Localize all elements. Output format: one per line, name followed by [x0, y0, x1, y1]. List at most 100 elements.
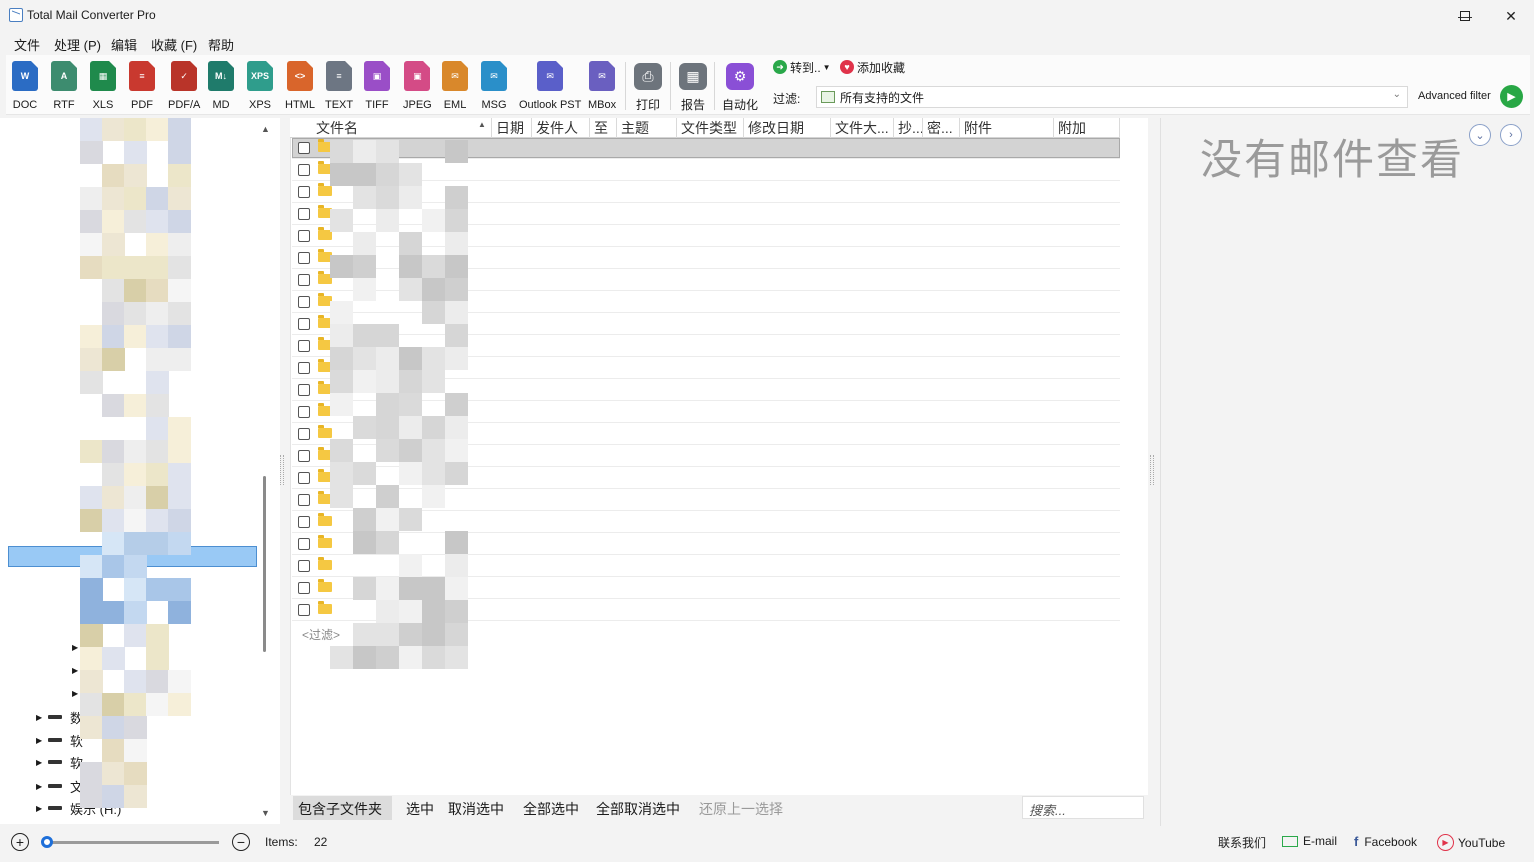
- deselect-button[interactable]: 取消选中: [448, 799, 504, 819]
- tiff-format-button[interactable]: ▣ TIFF: [364, 61, 390, 113]
- expand-arrow-icon[interactable]: ▶: [36, 782, 48, 791]
- rtf-format-button[interactable]: A RTF: [51, 61, 77, 113]
- youtube-link[interactable]: ▶ YouTube: [1437, 834, 1505, 851]
- right-splitter[interactable]: [1150, 455, 1154, 485]
- eml-format-button[interactable]: ✉ EML: [442, 61, 468, 113]
- tree-drive-item[interactable]: ▶ 软: [36, 731, 83, 749]
- column-header-filetype[interactable]: 文件类型: [677, 118, 744, 138]
- row-checkbox[interactable]: [298, 428, 310, 440]
- email-link[interactable]: E-mail: [1282, 834, 1337, 848]
- tree-drive-item[interactable]: ▶ 软: [36, 753, 83, 771]
- row-checkbox[interactable]: [298, 274, 310, 286]
- restore-selection-button[interactable]: 还原上一选择: [699, 799, 783, 819]
- jpeg-format-button[interactable]: ▣ JPEG: [403, 61, 432, 113]
- row-checkbox[interactable]: [298, 164, 310, 176]
- mbox-format-button[interactable]: ✉ MBox: [588, 61, 616, 113]
- row-checkbox[interactable]: [298, 582, 310, 594]
- row-checkbox[interactable]: [298, 362, 310, 374]
- table-row[interactable]: [292, 533, 1120, 555]
- row-checkbox[interactable]: [298, 538, 310, 550]
- expand-arrow-icon[interactable]: ▶: [36, 713, 48, 722]
- row-checkbox[interactable]: [298, 186, 310, 198]
- scroll-down-icon[interactable]: ▼: [261, 808, 270, 818]
- row-checkbox[interactable]: [298, 340, 310, 352]
- column-header-attachments[interactable]: 附件: [960, 118, 1054, 138]
- zoom-out-button[interactable]: −: [232, 833, 250, 851]
- menu-process[interactable]: 处理 (P): [54, 35, 101, 54]
- filter-row[interactable]: <过滤>: [302, 626, 340, 643]
- close-button[interactable]: ✕: [1488, 0, 1534, 32]
- msg-format-button[interactable]: ✉ MSG: [481, 61, 507, 113]
- row-checkbox[interactable]: [298, 450, 310, 462]
- tree-drive-item[interactable]: ▶ 数: [36, 708, 83, 726]
- column-header-extra[interactable]: 附加: [1054, 118, 1120, 138]
- row-checkbox[interactable]: [298, 516, 310, 528]
- xps-format-button[interactable]: XPS XPS: [247, 61, 273, 113]
- column-header-size[interactable]: 文件大...: [831, 118, 894, 138]
- menu-help[interactable]: 帮助: [208, 35, 234, 54]
- row-checkbox[interactable]: [298, 384, 310, 396]
- expand-arrow-icon[interactable]: ▶: [72, 689, 78, 698]
- select-button[interactable]: 选中: [406, 799, 434, 819]
- goto-button[interactable]: ➜ 转到.. ▼: [773, 59, 831, 75]
- outlook-pst-format-button[interactable]: ✉ Outlook PST: [519, 61, 581, 113]
- tree-scrollbar[interactable]: ▲ ▼: [259, 120, 271, 824]
- zoom-in-button[interactable]: +: [11, 833, 29, 851]
- run-button[interactable]: ▶: [1500, 85, 1523, 108]
- xls-format-button[interactable]: ▦ XLS: [90, 61, 116, 113]
- search-input[interactable]: 搜索...: [1022, 796, 1144, 819]
- expand-arrow-icon[interactable]: ▶: [72, 666, 78, 675]
- contact-link[interactable]: 联系我们: [1218, 834, 1266, 851]
- expand-arrow-icon[interactable]: ▶: [36, 736, 48, 745]
- zoom-slider-thumb[interactable]: [41, 836, 53, 848]
- expand-arrow-icon[interactable]: ▶: [72, 643, 78, 652]
- left-splitter[interactable]: [280, 455, 284, 485]
- menu-file[interactable]: 文件: [14, 35, 40, 54]
- row-checkbox[interactable]: [298, 604, 310, 616]
- row-checkbox[interactable]: [298, 252, 310, 264]
- column-header-filename[interactable]: 文件名: [312, 118, 492, 138]
- scroll-up-icon[interactable]: ▲: [261, 124, 270, 134]
- deselect-all-button[interactable]: 全部取消选中: [596, 799, 680, 819]
- filter-select[interactable]: 所有支持的文件 ⌄: [816, 86, 1408, 108]
- maximize-button[interactable]: [1442, 0, 1488, 32]
- text-format-button[interactable]: ≡ TEXT: [325, 61, 353, 113]
- facebook-link[interactable]: f Facebook: [1354, 834, 1417, 849]
- select-all-button[interactable]: 全部选中: [523, 799, 579, 819]
- zoom-slider[interactable]: [44, 841, 219, 844]
- menu-edit[interactable]: 编辑: [111, 35, 137, 54]
- include-subfolders-button[interactable]: 包含子文件夹: [298, 799, 382, 819]
- advanced-filter-link[interactable]: Advanced filter: [1418, 90, 1491, 102]
- expand-arrow-icon[interactable]: ▶: [36, 758, 48, 767]
- doc-format-button[interactable]: W DOC: [12, 61, 38, 113]
- row-checkbox[interactable]: [298, 472, 310, 484]
- row-checkbox[interactable]: [298, 208, 310, 220]
- html-format-button[interactable]: <> HTML: [285, 61, 315, 113]
- add-favorite-button[interactable]: ♥ 添加收藏: [840, 59, 905, 75]
- pdf-format-button[interactable]: ≡ PDF: [129, 61, 155, 113]
- table-row[interactable]: [292, 313, 1120, 335]
- column-header-modified[interactable]: 修改日期: [744, 118, 831, 138]
- report-button[interactable]: ▦ 报告: [679, 61, 707, 113]
- column-header-to[interactable]: 至: [590, 118, 617, 138]
- row-checkbox[interactable]: [298, 230, 310, 242]
- row-checkbox[interactable]: [298, 142, 310, 154]
- expand-arrow-icon[interactable]: ▶: [36, 804, 48, 813]
- row-checkbox[interactable]: [298, 406, 310, 418]
- expand-down-icon[interactable]: ⌄: [1469, 124, 1491, 146]
- next-icon[interactable]: ›: [1500, 124, 1522, 146]
- tree-scroll-thumb[interactable]: [263, 476, 266, 652]
- row-checkbox[interactable]: [298, 296, 310, 308]
- automate-button[interactable]: ⚙ 自动化: [722, 61, 758, 113]
- column-header-subject[interactable]: 主题: [617, 118, 677, 138]
- row-checkbox[interactable]: [298, 494, 310, 506]
- menu-favorites[interactable]: 收藏 (F): [151, 35, 197, 54]
- column-header-sender[interactable]: 发件人: [532, 118, 590, 138]
- table-row[interactable]: [292, 137, 1120, 159]
- pdf-a-format-button[interactable]: ✓ PDF/A: [168, 61, 200, 113]
- row-checkbox[interactable]: [298, 560, 310, 572]
- md-format-button[interactable]: M↓ MD: [208, 61, 234, 113]
- print-button[interactable]: ⎙ 打印: [634, 61, 662, 113]
- column-header-encrypted[interactable]: 密...: [923, 118, 960, 138]
- column-header-cc[interactable]: 抄...: [894, 118, 923, 138]
